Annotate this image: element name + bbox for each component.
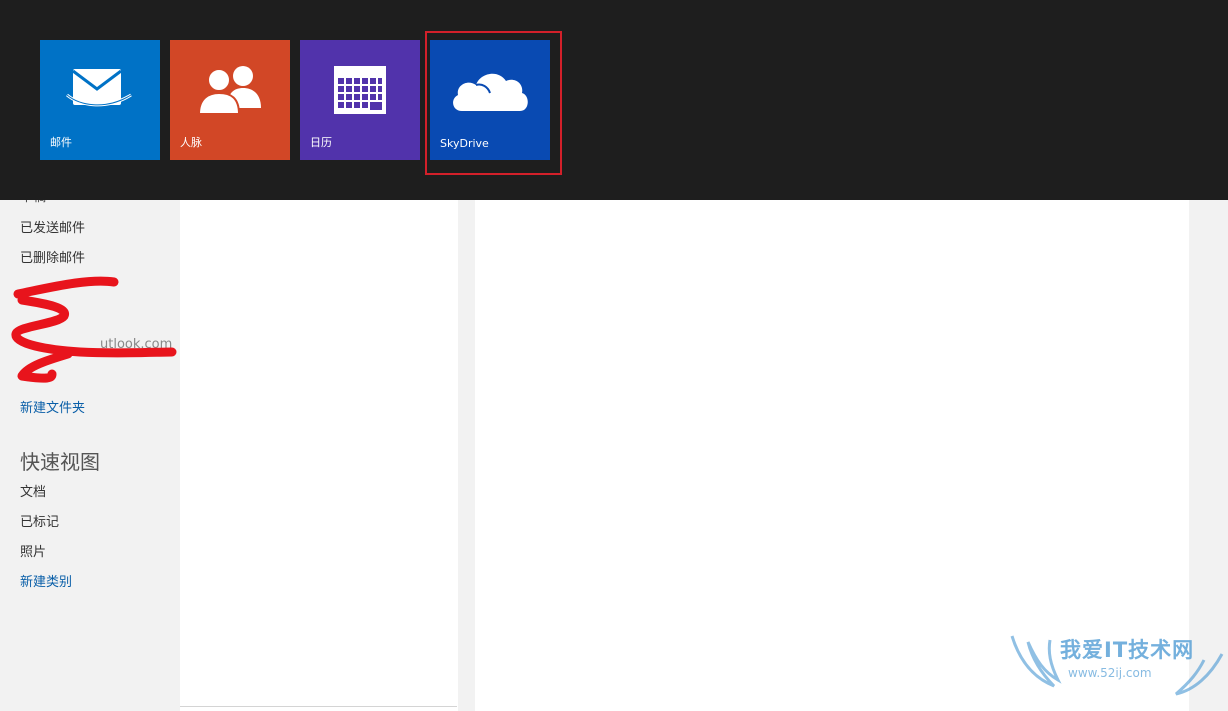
people-icon <box>170 60 290 120</box>
red-scribble-redaction <box>11 276 177 383</box>
calendar-tile-label: 日历 <box>310 136 332 149</box>
calendar-tile[interactable]: 日历 <box>300 40 420 160</box>
people-tile-label: 人脉 <box>180 136 202 149</box>
mail-tile[interactable]: 邮件 <box>40 40 160 160</box>
new-folder-link[interactable]: 新建文件夹 <box>20 397 85 416</box>
quick-view-flagged[interactable]: 已标记 <box>20 511 59 530</box>
cloud-icon <box>430 60 550 120</box>
skydrive-tile[interactable]: SkyDrive <box>430 40 550 160</box>
mail-tile-label: 邮件 <box>50 136 72 149</box>
skydrive-tile-label: SkyDrive <box>440 137 489 150</box>
app-switcher-bar: 邮件 人脉 日历 SkyDrive <box>0 0 1228 200</box>
quick-view-photos[interactable]: 照片 <box>20 541 46 560</box>
sidebar-item-sent[interactable]: 已发送邮件 <box>20 217 85 236</box>
redacted-account-text: utlook.com <box>100 337 173 352</box>
calendar-icon <box>300 60 420 120</box>
sidebar-item-deleted[interactable]: 已删除邮件 <box>20 247 85 266</box>
new-category-link[interactable]: 新建类别 <box>20 571 72 590</box>
quick-view-documents[interactable]: 文档 <box>20 481 46 500</box>
mail-icon <box>40 60 160 120</box>
quick-views-heading: 快速视图 <box>20 450 100 474</box>
people-tile[interactable]: 人脉 <box>170 40 290 160</box>
